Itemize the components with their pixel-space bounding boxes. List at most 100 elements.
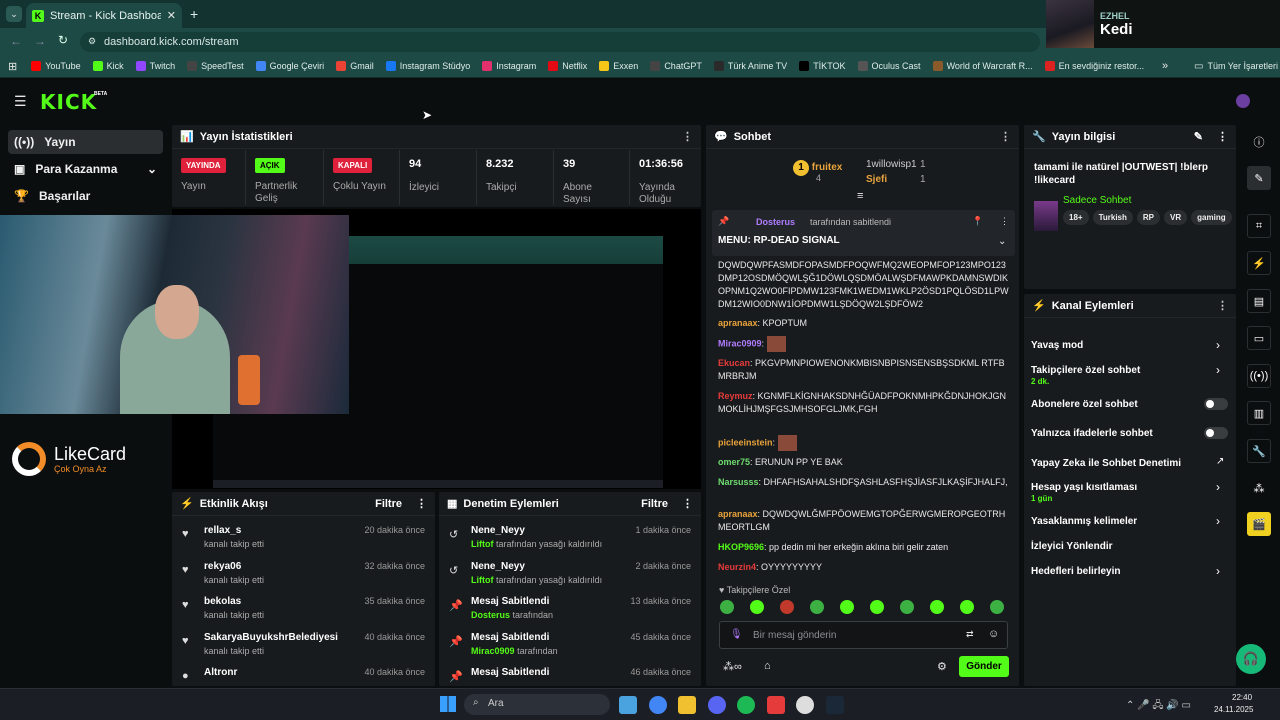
tab-search-button[interactable]: ⌄: [6, 6, 22, 22]
category-link[interactable]: Sadece Sohbet: [1063, 195, 1131, 206]
emote-icon[interactable]: [780, 600, 794, 614]
chat-message[interactable]: Reymuz: KGNMFLKİGNHAKSDNHĞÜADFPOKNMHPKĞD…: [718, 390, 1010, 416]
clapper-icon[interactable]: 🎬: [1247, 512, 1271, 536]
bookmark-11[interactable]: Türk Anime TV: [713, 61, 787, 71]
broadcast-icon[interactable]: ((•)): [1247, 364, 1271, 388]
toggle-switch[interactable]: [1204, 427, 1228, 439]
moderation-actor[interactable]: Liftof: [471, 539, 494, 549]
store-icon[interactable]: ⌂: [764, 660, 771, 672]
mic-icon[interactable]: 🎙: [730, 629, 743, 640]
chevron-right-icon[interactable]: ›: [1216, 363, 1220, 377]
emote-icon[interactable]: [990, 600, 1004, 614]
more-bookmarks-icon[interactable]: »: [1162, 60, 1168, 72]
chevron-right-icon[interactable]: ›: [1216, 564, 1220, 578]
moderation-filter-button[interactable]: Filtre: [641, 498, 668, 510]
activity-filter-button[interactable]: Filtre: [375, 498, 402, 510]
emote-icon[interactable]: [900, 600, 914, 614]
chat-username[interactable]: Neurzin4: [718, 562, 756, 572]
bookmark-6[interactable]: Instagram Stüdyo: [385, 61, 470, 71]
tag-chip[interactable]: gaming: [1191, 210, 1232, 225]
bookmark-1[interactable]: Kick: [92, 61, 124, 71]
apps-icon[interactable]: ⊞: [8, 60, 17, 73]
chat-username[interactable]: apranaax: [718, 509, 758, 519]
bookmark-7[interactable]: Instagram: [482, 61, 536, 71]
translate-icon[interactable]: ⇄: [966, 629, 974, 640]
moderation-actor[interactable]: Dosterus: [471, 610, 510, 620]
reload-icon[interactable]: ↻: [58, 33, 68, 47]
activity-row[interactable]: ♥ rellax_s kanalı takip etti 20 dakika önce: [172, 521, 435, 557]
remote-app-icon[interactable]: [619, 696, 637, 714]
nav-item-para-kazanma[interactable]: ▣ Para Kazanma ⌄: [8, 157, 163, 181]
stats-menu-icon[interactable]: ⋮: [682, 130, 693, 143]
chat-input[interactable]: 🎙 Bir mesaj gönderin ⇄ ☺: [719, 621, 1008, 649]
tag-chip[interactable]: 18+: [1063, 210, 1089, 225]
close-tab-icon[interactable]: ✕: [167, 9, 176, 22]
send-button[interactable]: Gönder: [959, 656, 1009, 677]
layers-icon[interactable]: ▥: [1247, 401, 1271, 425]
chevron-right-icon[interactable]: ›: [1216, 514, 1220, 528]
channel-action-row[interactable]: Takipçilere özel sohbet 2 dk.: [1031, 365, 1227, 386]
emote-icon[interactable]: [870, 600, 884, 614]
chat-message[interactable]: DQWDQWPFASMDFOPASMDFPOQWFMQ2WEOPMFOP123M…: [718, 259, 1010, 311]
windows-start-icon[interactable]: [440, 696, 456, 712]
user-avatar[interactable]: [1236, 94, 1250, 108]
edit-icon[interactable]: ✎: [1247, 166, 1271, 190]
emote-icon[interactable]: [810, 600, 824, 614]
bookmark-2[interactable]: Twitch: [135, 61, 175, 71]
channel-action-row[interactable]: Yasaklanmış kelimeler: [1031, 516, 1227, 527]
expand-pinned-icon[interactable]: ⌄: [998, 236, 1006, 247]
bookmark-9[interactable]: Exxen: [599, 61, 638, 71]
moderation-row[interactable]: 📌 Mesaj Sabitlendi Mirac0909 tarafından 45 …: [439, 628, 701, 664]
channel-action-row[interactable]: Abonelere özel sohbet: [1031, 399, 1227, 410]
activity-menu-icon[interactable]: ⋮: [416, 497, 427, 510]
chat-bubble-icon[interactable]: ▭: [1247, 326, 1271, 350]
clipboard-icon[interactable]: ▤: [1247, 289, 1271, 313]
edit-info-icon[interactable]: ✎: [1194, 130, 1203, 143]
github-icon[interactable]: [796, 696, 814, 714]
channel-action-row[interactable]: Hesap yaşı kısıtlaması 1 gün: [1031, 482, 1227, 503]
moderation-row[interactable]: 📌 Mesaj Sabitlendi 46 dakika önce: [439, 663, 701, 686]
emoji-icon[interactable]: ☺: [988, 628, 999, 640]
crop-icon[interactable]: ⌗: [1247, 214, 1271, 238]
tag-chip[interactable]: VR: [1164, 210, 1188, 225]
steam-icon[interactable]: [825, 696, 844, 714]
nav-item-yayin[interactable]: ((•)) Yayın: [8, 130, 163, 154]
moderation-row[interactable]: ↺ Nene_Neyy Liftof tarafından yasağı kaldı…: [439, 521, 701, 557]
chat-message[interactable]: Ekucan: PKGVPMNPIOWENONKMBISNBPISNSENSBŞ…: [718, 357, 1010, 383]
chat-message[interactable]: Narsusss: DHFAFHSAHALSHDFŞASHLASFHŞJİASF…: [718, 476, 1010, 489]
forward-icon[interactable]: →: [34, 34, 46, 48]
chat-username[interactable]: Mirac0909: [718, 338, 762, 348]
chat-username[interactable]: Reymuz: [718, 391, 753, 401]
pinned-menu-icon[interactable]: ⋮: [1000, 216, 1009, 227]
clock-date[interactable]: 24.11.2025: [1214, 705, 1253, 714]
chat-username[interactable]: Ekucan: [718, 358, 750, 368]
moderation-actor[interactable]: Mirac0909: [471, 646, 515, 656]
bookmark-14[interactable]: World of Warcraft R...: [932, 61, 1033, 71]
chat-message[interactable]: HKOP9696: pp dedin mi her erkeğin aklına…: [718, 541, 1010, 554]
chat-message[interactable]: apranaax: DQWDQWLĞMFPÖOWEMGTOPĞERWGMEROP…: [718, 508, 1010, 534]
chat-username[interactable]: omer75: [718, 457, 750, 467]
points-icon[interactable]: ⁂∞: [723, 660, 742, 673]
emote-icon[interactable]: [750, 600, 764, 614]
chat-message[interactable]: picleeinstein:: [718, 435, 1010, 451]
file-explorer-icon[interactable]: [678, 696, 696, 714]
chevron-right-icon[interactable]: ›: [1216, 480, 1220, 494]
bookmark-8[interactable]: Netflix: [548, 61, 587, 71]
toggle-switch[interactable]: [1204, 398, 1228, 410]
chat-username[interactable]: apranaax: [718, 318, 758, 328]
top-chatter-2[interactable]: 1willowisp1: [866, 159, 917, 170]
chat-message[interactable]: apranaax: KPOPTUM: [718, 317, 1010, 330]
activity-row[interactable]: ● Altronr 40 dakika önce: [172, 663, 435, 686]
bookmark-13[interactable]: Oculus Cast: [857, 61, 921, 71]
users-icon[interactable]: ⁂: [1247, 476, 1271, 500]
bookmark-12[interactable]: TİKTOK: [799, 61, 846, 71]
chat-message[interactable]: Neurzin4: OYYYYYYYYY: [718, 561, 1010, 574]
bookmark-4[interactable]: Google Çeviri: [255, 61, 324, 71]
wrench-icon[interactable]: 🔧: [1247, 439, 1271, 463]
chat-message[interactable]: Mirac0909:: [718, 336, 1010, 352]
bookmark-3[interactable]: SpeedTest: [187, 61, 244, 71]
site-info-icon[interactable]: ⚙: [88, 36, 96, 47]
chrome-icon[interactable]: [648, 696, 667, 714]
new-tab-button[interactable]: +: [190, 6, 198, 22]
channel-action-row[interactable]: İzleyici Yönlendir: [1031, 541, 1227, 552]
